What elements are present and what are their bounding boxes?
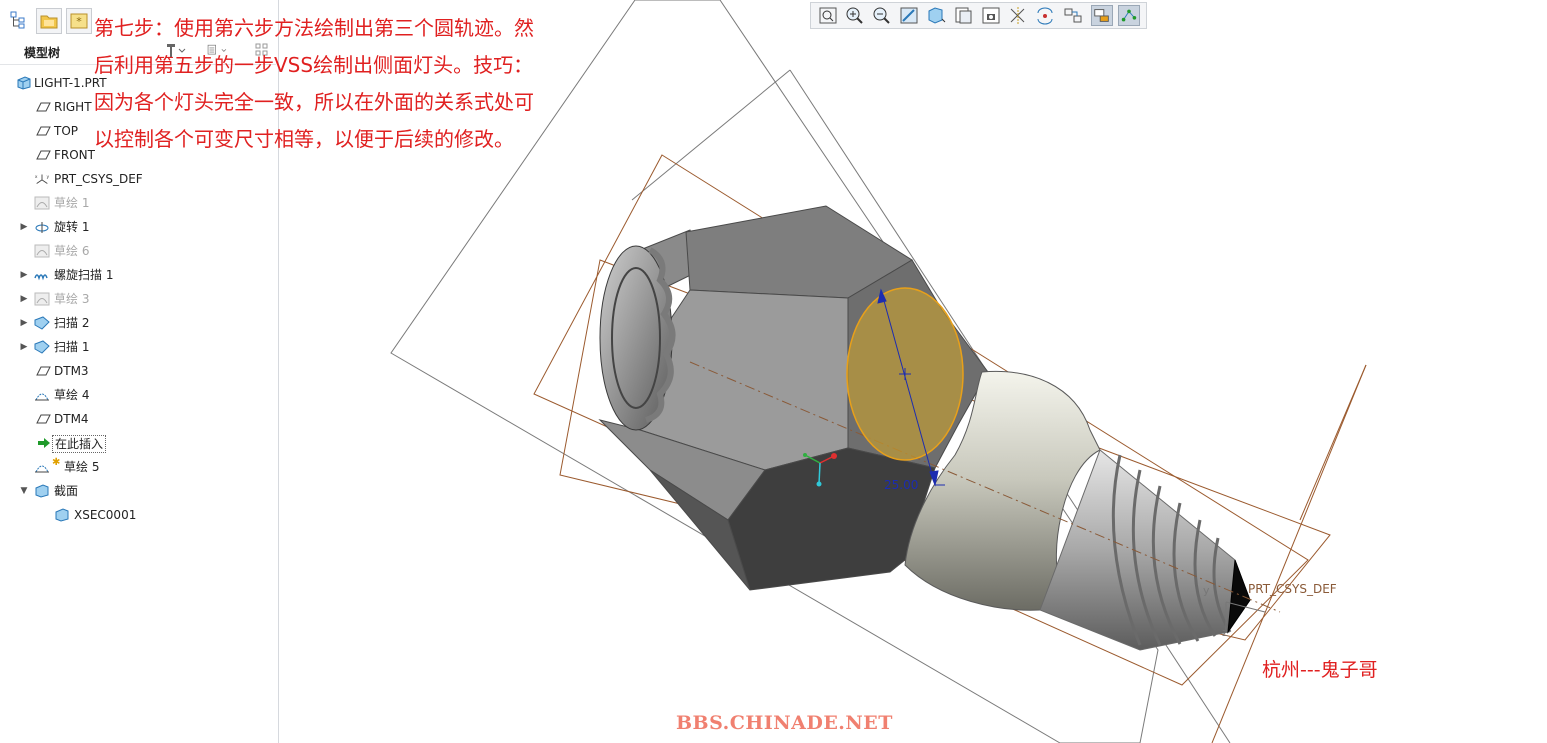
csys-label: PRT_CSYS_DEF: [1248, 582, 1337, 596]
tree-item-sketch4[interactable]: 草绘 4: [0, 384, 270, 406]
csys-icon: xy: [35, 174, 49, 184]
sweep-icon: [34, 316, 50, 330]
spin-center-icon[interactable]: [1034, 5, 1056, 26]
tree-item-sketch6[interactable]: 草绘 6: [0, 240, 270, 262]
datum-plane-icon: [36, 414, 51, 424]
expand-arrow-icon[interactable]: ▶: [19, 264, 29, 286]
watermark: BBS.CHINADE.NET: [676, 712, 893, 734]
tree-item-sketch1[interactable]: 草绘 1: [0, 192, 270, 214]
section-icon: [35, 484, 49, 498]
sketch-icon: [34, 292, 50, 306]
collapse-arrow-icon[interactable]: ▼: [19, 480, 29, 502]
star-icon: *: [70, 13, 88, 29]
tree-item-sketch5[interactable]: ✱ 草绘 5: [0, 456, 270, 478]
lamp-top-disc[interactable]: [599, 245, 676, 431]
datum-plane-icon: [36, 126, 51, 136]
expand-arrow-icon[interactable]: ▶: [19, 336, 29, 358]
annotation-line-4: 以控制各个可变尺寸相等，以便于后续的修改。: [94, 127, 514, 151]
zoom-in-icon[interactable]: [844, 5, 866, 26]
part-icon: [17, 76, 31, 90]
sketch-icon: [34, 244, 50, 258]
folder-tab[interactable]: [36, 8, 62, 34]
sweep-icon: [34, 340, 50, 354]
svg-text:y: y: [46, 175, 49, 180]
model-tree-tab-icon[interactable]: [10, 10, 26, 30]
datum-plane-icon: [36, 366, 51, 376]
view-toolbar: [810, 2, 1147, 29]
helical-sweep-icon: [34, 274, 48, 281]
repaint-icon[interactable]: [898, 5, 920, 26]
revolve-icon: [35, 222, 49, 233]
sketch-icon: [34, 196, 50, 210]
refit-icon[interactable]: [817, 5, 839, 26]
section-icon: [55, 508, 69, 522]
expand-arrow-icon[interactable]: ▶: [19, 216, 29, 238]
tree-item-sections[interactable]: ▼ 截面: [0, 480, 270, 502]
datum-plane-icon: [36, 150, 51, 160]
dimension-value[interactable]: 25.00: [884, 478, 918, 492]
tree-item-sketch3[interactable]: ▶ 草绘 3: [0, 288, 270, 310]
axis-y-label: y: [1203, 584, 1210, 597]
axis-z-label: z: [1222, 626, 1228, 639]
sketch-icon: [35, 393, 49, 401]
saved-views-icon[interactable]: [953, 5, 975, 26]
zoom-out-icon[interactable]: [871, 5, 893, 26]
tree-item-sweep1[interactable]: ▶ 扫描 1: [0, 336, 270, 358]
insert-arrow-icon: [38, 438, 50, 448]
expand-arrow-icon[interactable]: ▶: [19, 312, 29, 334]
expand-arrow-icon[interactable]: ▶: [19, 288, 29, 310]
tree-item-dtm4[interactable]: DTM4: [0, 408, 270, 430]
tree-item-dtm3[interactable]: DTM3: [0, 360, 270, 382]
svg-text:x: x: [35, 175, 38, 180]
tree-item-xsec0001[interactable]: XSEC0001: [0, 504, 270, 526]
shading-icon[interactable]: [925, 5, 947, 26]
datum-plane-icon: [36, 102, 51, 112]
folder-icon: [40, 15, 58, 29]
new-feature-star-icon: ✱: [52, 457, 61, 468]
annotation-line-3: 因为各个灯头完全一致，所以在外面的关系式处可: [94, 90, 534, 114]
tree-item-helical-sweep1[interactable]: ▶ 螺旋扫描 1: [0, 264, 270, 286]
tree-item-revolve1[interactable]: ▶ 旋转 1: [0, 216, 270, 238]
tree-item-csys[interactable]: xy PRT_CSYS_DEF: [0, 168, 270, 190]
tree-item-sweep2[interactable]: ▶ 扫描 2: [0, 312, 270, 334]
view-manager-icon[interactable]: [980, 5, 1002, 26]
annotation-line-2: 后利用第五步的一步VSS绘制出侧面灯头。技巧：: [94, 53, 534, 77]
model-tree-title: 模型树: [24, 46, 61, 60]
show-plane-tags-icon[interactable]: [1091, 5, 1113, 26]
datum-display-icon[interactable]: [1007, 5, 1029, 26]
svg-text:*: *: [76, 15, 82, 28]
tree-item-insert-here[interactable]: 在此插入: [0, 432, 270, 454]
author-signature: 杭州---鬼子哥: [1262, 659, 1378, 681]
annotation-line-1: 第七步：使用第六步方法绘制出第三个圆轨迹。然: [94, 16, 534, 40]
annotation-display-icon[interactable]: [1062, 5, 1084, 26]
point-display-icon[interactable]: [1118, 5, 1140, 26]
sketch-icon: [35, 465, 49, 473]
favorites-tab[interactable]: *: [66, 8, 92, 34]
